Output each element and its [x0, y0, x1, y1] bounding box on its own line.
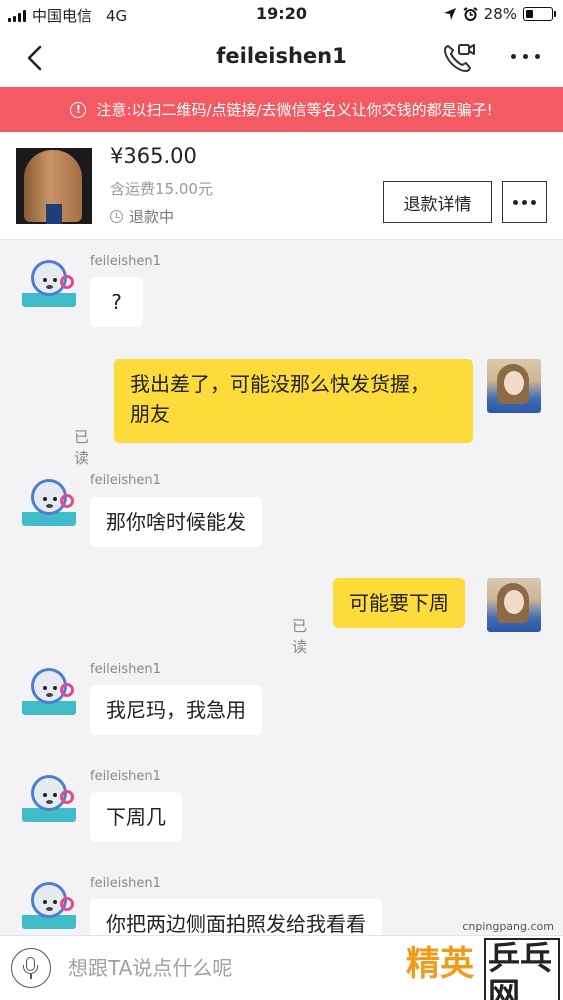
sender-name: feileishen1 — [90, 662, 161, 677]
clock-icon — [110, 210, 123, 223]
battery-icon — [523, 7, 556, 21]
battery-percent: 28% — [483, 5, 517, 23]
site-watermark: cnpingpang.com 精英 乒乓网 — [400, 918, 560, 1000]
refund-details-button[interactable]: 退款详情 — [383, 181, 492, 223]
more-dots-icon — [513, 200, 518, 205]
warning-text: 注意:以扫二维码/点链接/去微信等名义让你交钱的都是骗子! — [96, 101, 493, 119]
status-bar: 中国电信 4G 19:20 28% — [0, 0, 563, 30]
more-dots-icon[interactable] — [510, 52, 544, 62]
message-line: 朋友 — [130, 402, 170, 426]
message-bubble[interactable]: 可能要下周 — [333, 578, 465, 628]
battery-fill — [526, 10, 533, 18]
message-bubble[interactable]: 你把两边侧面拍照发给我看看 — [90, 899, 382, 935]
contact-avatar[interactable] — [22, 253, 76, 307]
alarm-icon — [463, 6, 478, 21]
watermark-logo-right: 乒乓网 — [484, 938, 560, 1000]
message-bubble[interactable]: 下周几 — [90, 792, 182, 842]
contact-avatar[interactable] — [22, 875, 76, 929]
message-bubble[interactable]: ? — [90, 277, 143, 327]
info-icon: ! — [70, 101, 87, 118]
message-bubble[interactable]: 那你啥时候能发 — [90, 497, 262, 547]
contact-avatar[interactable] — [22, 768, 76, 822]
user-avatar[interactable] — [487, 578, 541, 632]
order-price: ¥365.00 — [110, 144, 197, 168]
sender-name: feileishen1 — [90, 876, 161, 891]
order-summary: ¥365.00 含运费15.00元 退款中 退款详情 — [0, 132, 563, 240]
message-line: 我出差了，可能没那么快发货握， — [130, 372, 430, 396]
sender-name: feileishen1 — [90, 254, 161, 269]
order-more-button[interactable] — [502, 181, 547, 223]
location-arrow-icon — [443, 8, 456, 20]
refund-status-label: 退款中 — [129, 208, 175, 226]
read-receipt: 已读 — [292, 617, 308, 656]
contact-avatar[interactable] — [22, 472, 76, 526]
chat-messages[interactable]: feileishen1 ? 我出差了，可能没那么快发货握， 朋友 已读 feil… — [0, 241, 563, 935]
scam-warning-banner: ! 注意:以扫二维码/点链接/去微信等名义让你交钱的都是骗子! — [0, 87, 563, 132]
product-thumbnail[interactable] — [16, 148, 92, 224]
message-bubble[interactable]: 我尼玛，我急用 — [90, 685, 262, 735]
refund-status: 退款中 — [110, 206, 174, 227]
watermark-logo-left: 精英 — [406, 944, 474, 984]
contact-avatar[interactable] — [22, 661, 76, 715]
user-avatar[interactable] — [487, 359, 541, 413]
watermark-url: cnpingpang.com — [462, 920, 554, 933]
read-receipt: 已读 — [74, 428, 90, 467]
microphone-icon[interactable] — [11, 948, 51, 988]
message-bubble[interactable]: 我出差了，可能没那么快发货握， 朋友 — [114, 359, 473, 443]
sender-name: feileishen1 — [90, 769, 161, 784]
message-input[interactable] — [68, 952, 368, 984]
sender-name: feileishen1 — [90, 473, 161, 488]
nav-bar: feileishen1 — [0, 30, 563, 87]
chat-title: feileishen1 — [216, 44, 347, 68]
shipping-fee: 含运费15.00元 — [110, 180, 213, 198]
video-call-icon[interactable] — [440, 40, 476, 76]
